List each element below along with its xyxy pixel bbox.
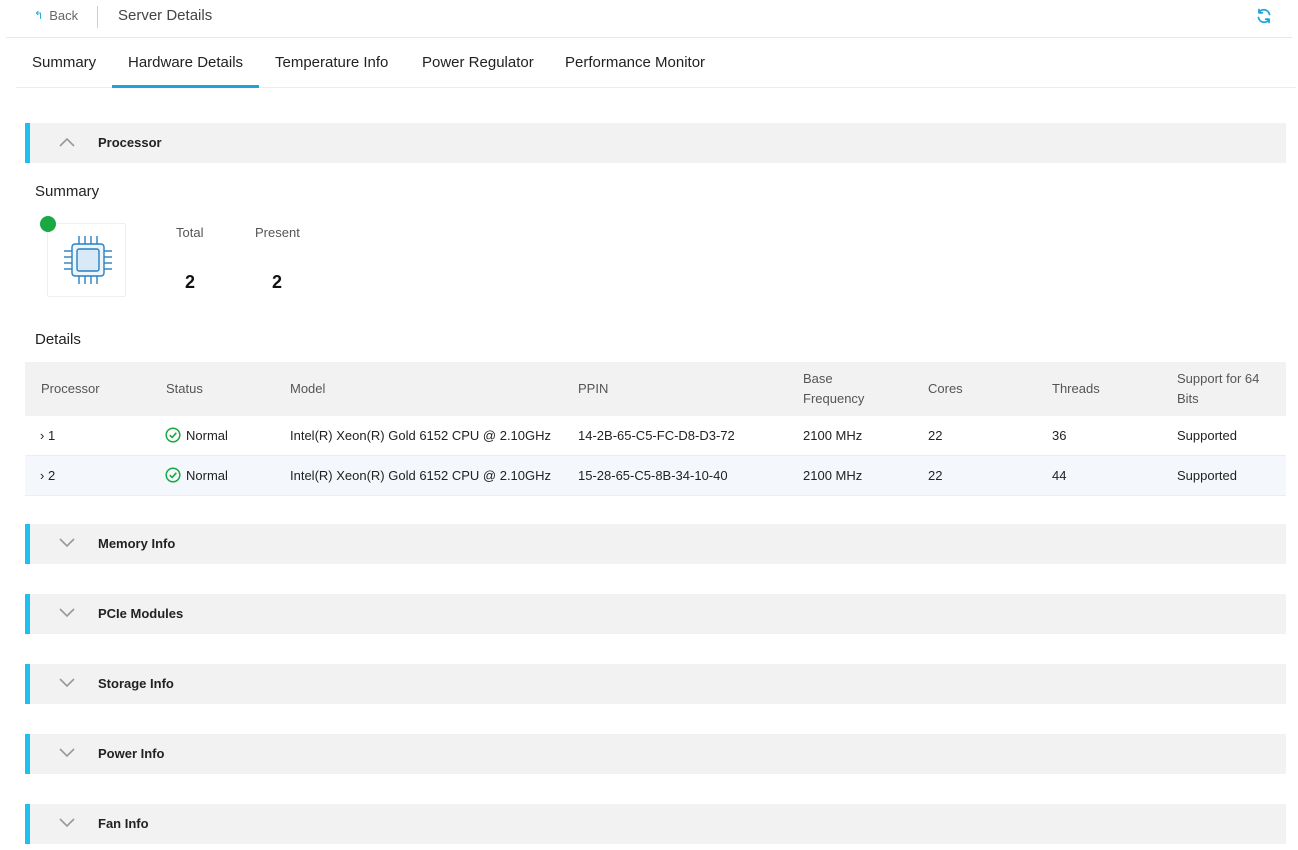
threads-cell: 44 <box>1052 468 1067 483</box>
ppin-cell: 15-28-65-C5-8B-34-10-40 <box>578 468 728 483</box>
back-label: Back <box>49 8 79 23</box>
summary-heading: Summary <box>35 183 100 200</box>
row-expander[interactable]: › 2 <box>40 468 55 483</box>
processor-id: 1 <box>47 428 56 443</box>
column-header-processor: Processor <box>41 381 100 396</box>
status-text: Normal <box>186 427 228 443</box>
model-cell: Intel(R) Xeon(R) Gold 6152 CPU @ 2.10GHz <box>290 428 552 443</box>
page-title: Server Details <box>118 7 213 24</box>
model-cell: Intel(R) Xeon(R) Gold 6152 CPU @ 2.10GHz <box>290 468 552 483</box>
cores-cell: 22 <box>928 468 943 483</box>
base-frequency-cell: 2100 MHz <box>803 468 863 483</box>
column-header-base-frequency: Base Frequency <box>803 371 865 406</box>
tab-temperature-info[interactable]: Temperature Info <box>275 54 388 88</box>
section-storage-info[interactable]: Storage Info <box>25 664 1286 704</box>
threads-cell: 36 <box>1052 428 1067 443</box>
table-row[interactable]: › 2 Normal Intel(R) Xeon(R) Gold 6152 CP… <box>25 456 1286 496</box>
chevron-down-icon <box>59 748 75 758</box>
chevron-down-icon <box>59 538 75 548</box>
support-64-bits-cell: Supported <box>1177 468 1237 483</box>
row-expander[interactable]: › 1 <box>40 428 55 443</box>
chevron-right-icon: › <box>40 428 45 443</box>
cpu-icon <box>64 236 112 284</box>
back-button[interactable]: ↰ Back <box>34 8 78 23</box>
status-text: Normal <box>186 467 228 483</box>
table-header: Processor Status Model PPIN Base Frequen… <box>25 362 1286 416</box>
processor-table: Processor Status Model PPIN Base Frequen… <box>25 362 1286 496</box>
section-pcie-modules[interactable]: PCIe Modules <box>25 594 1286 634</box>
present-label: Present <box>255 225 300 240</box>
top-bar: ↰ Back Server Details <box>6 0 1292 38</box>
processor-id: 2 <box>47 468 56 483</box>
chevron-right-icon: › <box>40 468 45 483</box>
section-storage-info-label: Storage Info <box>98 676 174 691</box>
chevron-down-icon <box>59 678 75 688</box>
column-header-ppin: PPIN <box>578 381 609 396</box>
section-processor-label: Processor <box>98 135 162 150</box>
check-circle-icon <box>165 427 181 443</box>
chevron-down-icon <box>59 608 75 618</box>
column-header-support-64-bits: Support for 64 Bits <box>1177 371 1260 406</box>
status-dot <box>40 216 56 232</box>
present-value: 2 <box>272 272 283 292</box>
tab-power-regulator[interactable]: Power Regulator <box>422 54 534 88</box>
ppin-cell: 14-2B-65-C5-FC-D8-D3-72 <box>578 428 735 443</box>
section-memory-info-label: Memory Info <box>98 536 176 551</box>
section-power-info-label: Power Info <box>98 746 165 761</box>
column-header-model: Model <box>290 381 326 396</box>
table-row[interactable]: › 1 Normal Intel(R) Xeon(R) Gold 6152 CP… <box>25 416 1286 456</box>
base-frequency-cell: 2100 MHz <box>803 428 863 443</box>
section-pcie-modules-label: PCIe Modules <box>98 606 184 621</box>
back-arrow-icon: ↰ <box>34 10 44 22</box>
chevron-up-icon <box>59 137 75 147</box>
section-fan-info-label: Fan Info <box>98 816 149 831</box>
column-header-status: Status <box>166 381 203 396</box>
details-heading: Details <box>35 331 81 348</box>
status-cell: Normal <box>165 427 228 443</box>
processor-summary-card <box>47 223 126 297</box>
section-processor[interactable]: Processor <box>25 123 1286 163</box>
refresh-icon[interactable] <box>1256 8 1272 24</box>
total-label: Total <box>176 225 204 240</box>
cores-cell: 22 <box>928 428 943 443</box>
section-power-info[interactable]: Power Info <box>25 734 1286 774</box>
tab-bar: Summary Hardware Details Temperature Inf… <box>16 38 1296 88</box>
tab-summary[interactable]: Summary <box>32 54 96 88</box>
tab-hardware-details[interactable]: Hardware Details <box>112 54 260 88</box>
check-circle-icon <box>165 467 181 483</box>
chevron-down-icon <box>59 818 75 828</box>
support-64-bits-cell: Supported <box>1177 428 1237 443</box>
header-divider <box>97 6 98 28</box>
total-value: 2 <box>185 272 196 292</box>
column-header-cores: Cores <box>928 381 963 396</box>
column-header-threads: Threads <box>1052 381 1100 396</box>
status-cell: Normal <box>165 467 228 483</box>
section-fan-info[interactable]: Fan Info <box>25 804 1286 844</box>
section-memory-info[interactable]: Memory Info <box>25 524 1286 564</box>
tab-performance-monitor[interactable]: Performance Monitor <box>565 54 705 88</box>
